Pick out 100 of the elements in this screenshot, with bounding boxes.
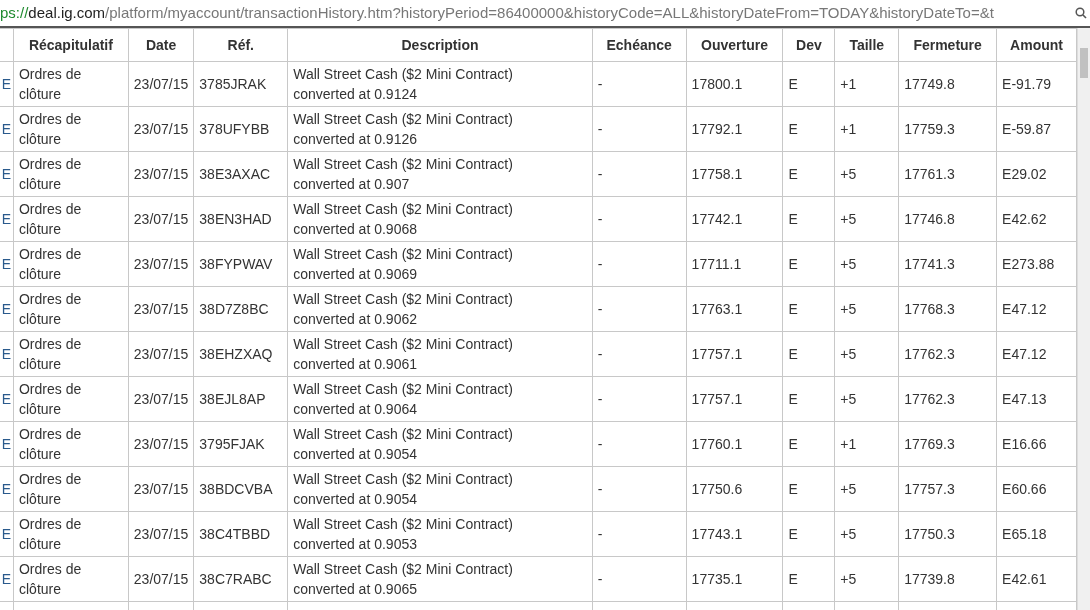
table-cell: 38EHZXAQ <box>199 346 273 362</box>
column-header: Dev <box>796 37 822 53</box>
table-cell: 23/07/15 <box>133 166 189 182</box>
column-header: Récapitulatif <box>28 37 113 53</box>
table-cell: 23/07/15 <box>133 571 189 587</box>
table-cell: 17749.8 <box>904 76 955 92</box>
table-cell: 17711.1 <box>691 256 742 272</box>
table-cell: +1 <box>840 436 857 452</box>
table-cell: E <box>788 436 798 452</box>
table-cell: E47.13 <box>1002 391 1047 407</box>
table-cell: 38C7RABC <box>199 571 272 587</box>
table-cell: +5 <box>840 256 857 272</box>
table-cell: 23/07/15 <box>133 121 189 137</box>
table-cell: 17757.1 <box>691 391 743 407</box>
table-cell: 38D7Z8BC <box>199 301 269 317</box>
column-header: Réf. <box>227 37 254 53</box>
table-cell: 38FYPWAV <box>199 256 273 272</box>
table-cell: +5 <box>840 571 857 587</box>
table-cell: - <box>597 166 603 182</box>
table-cell-text: Ordres de clôture <box>19 515 83 554</box>
table-cell: - <box>597 76 603 92</box>
table-cell: E273.88 <box>1002 256 1055 272</box>
table-cell-text: Wall Street Cash ($2 Mini Contract) converted at 0.9062 <box>293 290 514 329</box>
table-cell-text: Wall Street Cash ($2 Mini Contract) converted at 0.9124 <box>293 65 514 104</box>
column-header: Date <box>145 37 177 53</box>
table-cell-text: Wall Street Cash ($2 Mini Contract) converted at 0.9053 <box>293 515 514 554</box>
table-cell: 17792.1 <box>691 121 743 137</box>
table-cell: 23/07/15 <box>133 436 189 452</box>
column-header: Amount <box>1010 37 1063 53</box>
table-cell: - <box>597 121 603 137</box>
table-cell: 17741.3 <box>904 256 955 272</box>
table-cell: 23/07/15 <box>133 346 189 362</box>
table-cell-text: Ordres de clôture <box>19 65 83 104</box>
table-cell: 23/07/15 <box>133 256 189 272</box>
table-cell: E16.66 <box>1002 436 1047 452</box>
table-cell: +5 <box>840 211 857 227</box>
table-cell: E60.66 <box>1002 481 1047 497</box>
table-cell: 17763.1 <box>691 301 743 317</box>
table-cell: 17750.6 <box>691 481 743 497</box>
column-header: Description <box>401 37 479 53</box>
scrollbar[interactable] <box>1077 28 1090 610</box>
table-cell: 23/07/15 <box>133 391 189 407</box>
scrollbar-thumb[interactable] <box>1080 48 1088 78</box>
table-cell-text: Ordres de clôture <box>19 245 83 284</box>
table-cell: 17742.1 <box>691 211 743 227</box>
column-header: Fermeture <box>913 37 982 53</box>
table-cell: - <box>597 571 603 587</box>
table-cell: E <box>788 481 798 497</box>
table-cell: 3785JRAK <box>199 76 267 92</box>
search-icon[interactable] <box>1075 7 1087 19</box>
table-cell-text: Ordres de clôture <box>19 290 83 329</box>
table-cell: E29.02 <box>1002 166 1047 182</box>
table-cell-text: Ordres de clôture <box>19 335 83 374</box>
table-cell: 23/07/15 <box>133 211 189 227</box>
table-cell: +1 <box>840 76 857 92</box>
table-cell: 23/07/15 <box>133 481 189 497</box>
table-cell: E65.18 <box>1002 526 1047 542</box>
table-cell: +5 <box>840 346 857 362</box>
table-cell-text: Wall Street Cash ($2 Mini Contract) converted at 0.9068 <box>293 200 514 239</box>
table-cell-text: Wall Street Cash ($2 Mini Contract) converted at 0.9065 <box>293 560 514 599</box>
table-cell: E47.12 <box>1002 301 1047 317</box>
table-cell: 17735.1 <box>691 571 743 587</box>
table-cell: 38EJL8AP <box>199 391 266 407</box>
table-cell: E <box>788 526 798 542</box>
table-cell: 17800.1 <box>691 76 743 92</box>
table-cell: E <box>788 76 798 92</box>
column-header: Echéance <box>606 37 672 53</box>
url-text: ps://deal.ig.com/platform/myaccount/transactionHistory.htm?historyPeriod=86400000&historyCode=ALL&historyDateFrom=TODAY&historyDateTo=&t <box>0 2 995 23</box>
table-cell: E-59.87 <box>1002 121 1052 137</box>
table-cell-text: Ordres de clôture <box>19 470 83 509</box>
table-cell: 23/07/15 <box>133 301 189 317</box>
table-cell: 38BDCVBA <box>199 481 273 497</box>
table-cell: 38C4TBBD <box>199 526 271 542</box>
table-cell-text: Ordres de clôture <box>19 425 83 464</box>
table-cell: E-91.79 <box>1002 76 1052 92</box>
table-cell-text: Wall Street Cash ($2 Mini Contract) converted at 0.9064 <box>293 380 514 419</box>
table-cell: 23/07/15 <box>133 76 189 92</box>
table-cell: +5 <box>840 301 857 317</box>
table-cell-text: Wall Street Cash ($2 Mini Contract) converted at 0.907 <box>293 155 514 194</box>
column-header: Ouverture <box>701 37 768 53</box>
table-cell: E <box>788 391 798 407</box>
table-cell: 17762.3 <box>904 391 955 407</box>
table-cell: - <box>597 256 603 272</box>
table-cell: E <box>788 166 798 182</box>
table-cell: 17743.1 <box>691 526 743 542</box>
table-cell: 17757.1 <box>691 346 743 362</box>
table-cell: - <box>597 526 603 542</box>
table-cell: E47.12 <box>1002 346 1047 362</box>
table-cell: E <box>788 121 798 137</box>
table-cell-text: Wall Street Cash ($2 Mini Contract) converted at 0.9126 <box>293 110 514 149</box>
table-cell: 3795FJAK <box>199 436 265 452</box>
table-cell-text: Ordres de clôture <box>19 110 83 149</box>
table-cell: E42.61 <box>1002 571 1047 587</box>
table-cell: E <box>788 301 798 317</box>
table-cell: 17760.1 <box>691 436 743 452</box>
table-cell: 38EN3HAD <box>199 211 272 227</box>
table-cell: - <box>597 436 603 452</box>
table-cell-text: Ordres de clôture <box>19 560 83 599</box>
table-cell: - <box>597 481 603 497</box>
table-cell: 17757.3 <box>904 481 955 497</box>
